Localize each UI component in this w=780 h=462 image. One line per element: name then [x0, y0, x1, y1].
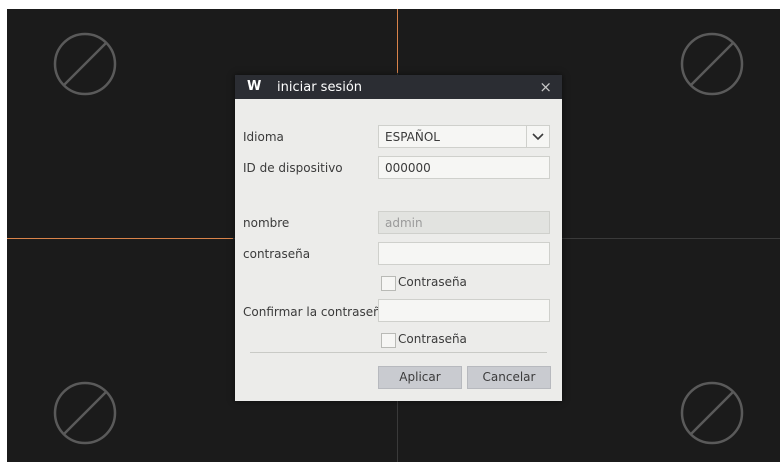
no-video-icon — [53, 32, 117, 96]
close-icon[interactable]: × — [539, 78, 552, 96]
dialog-titlebar: W iniciar sesión × — [235, 75, 562, 99]
cancel-button[interactable]: Cancelar — [467, 366, 551, 389]
chevron-down-icon[interactable] — [526, 126, 549, 147]
confirm-password-label: Confirmar la contraseña — [243, 305, 389, 319]
confirm-password-field[interactable] — [378, 299, 550, 322]
selected-cell-border — [7, 238, 233, 239]
brand-logo: W — [247, 79, 262, 94]
apply-button[interactable]: Aplicar — [378, 366, 462, 389]
selected-cell-border — [397, 9, 398, 73]
name-field: admin — [378, 211, 550, 234]
language-value: ESPAÑOL — [385, 130, 440, 144]
device-id-label: ID de dispositivo — [243, 161, 343, 175]
show-confirm-label: Contraseña — [398, 332, 467, 346]
no-video-icon — [680, 32, 744, 96]
dialog-separator — [250, 352, 547, 353]
name-label: nombre — [243, 216, 290, 230]
show-password-label: Contraseña — [398, 275, 467, 289]
login-dialog: W iniciar sesión × Idioma ESPAÑOL ID de … — [235, 75, 562, 401]
language-select[interactable]: ESPAÑOL — [378, 125, 550, 148]
show-password-checkbox[interactable] — [381, 276, 396, 291]
dialog-title: iniciar sesión — [277, 80, 363, 95]
language-label: Idioma — [243, 130, 284, 144]
device-id-field[interactable]: 000000 — [378, 156, 550, 179]
no-video-icon — [53, 381, 117, 445]
show-confirm-checkbox[interactable] — [381, 333, 396, 348]
password-field[interactable] — [378, 242, 550, 265]
password-label: contraseña — [243, 247, 311, 261]
no-video-icon — [680, 381, 744, 445]
